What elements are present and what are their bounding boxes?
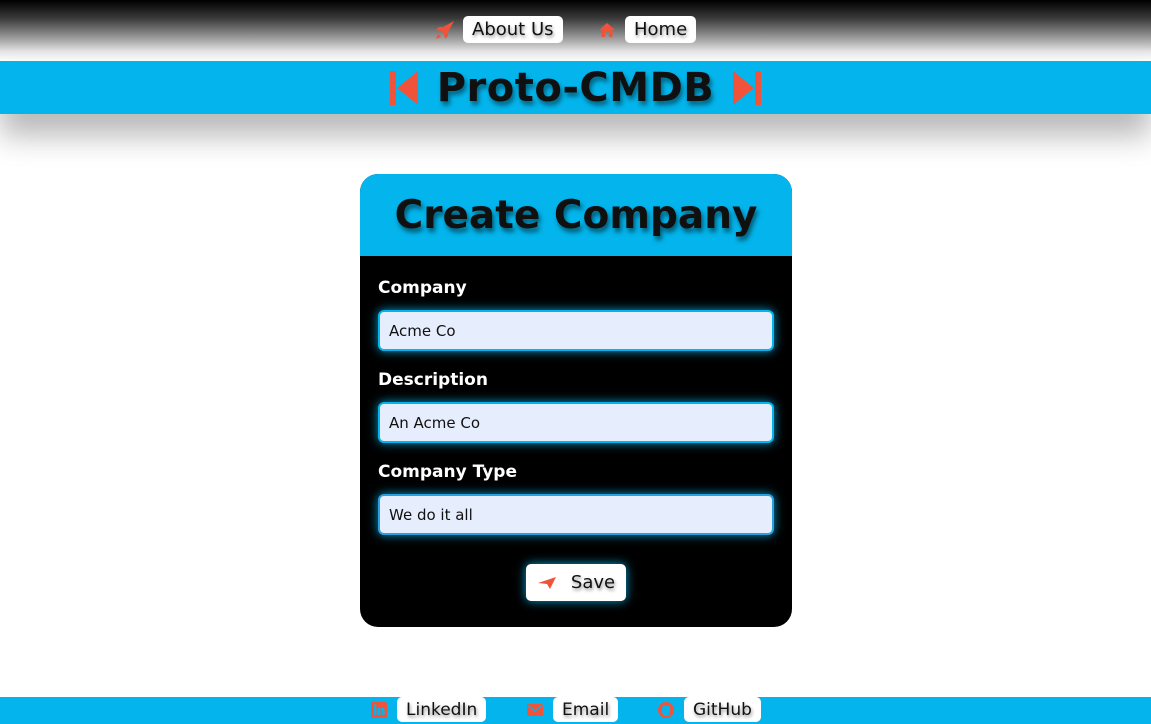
site-title: Proto-CMDB [436,64,715,111]
skip-forward-icon [732,68,762,108]
linkedin-icon [369,700,389,720]
footer: LinkedIn Email GitHub [0,697,1151,724]
footer-linkedin-label: LinkedIn [397,697,487,722]
company-input[interactable] [378,310,774,351]
description-input[interactable] [378,402,774,443]
nav-home-label: Home [625,16,697,43]
form-title: Create Company [394,192,758,238]
site-banner: Proto-CMDB [0,61,1151,114]
nav-about-link[interactable]: About Us [433,16,563,43]
nav-about-label: About Us [463,16,563,43]
nav-home-link[interactable]: Home [595,16,697,43]
save-button-label: Save [570,572,616,593]
envelope-icon [525,700,545,720]
create-company-card: Create Company Company Description Compa… [360,174,792,627]
save-button[interactable]: Save [526,564,626,601]
github-icon [656,700,676,720]
paper-plane-icon [537,575,557,591]
footer-email-link[interactable]: Email [525,697,619,722]
card-header: Create Company [360,174,792,256]
company-type-label: Company Type [378,462,517,482]
top-nav: About Us Home [0,0,1151,61]
description-label: Description [378,370,488,390]
footer-github-label: GitHub [684,697,761,722]
skip-back-icon [389,68,419,108]
footer-linkedin-link[interactable]: LinkedIn [369,697,487,722]
home-icon [595,18,619,42]
rocket-icon [433,18,457,42]
company-type-input[interactable] [378,494,774,535]
footer-email-label: Email [553,697,619,722]
company-label: Company [378,278,467,298]
footer-github-link[interactable]: GitHub [656,697,761,722]
